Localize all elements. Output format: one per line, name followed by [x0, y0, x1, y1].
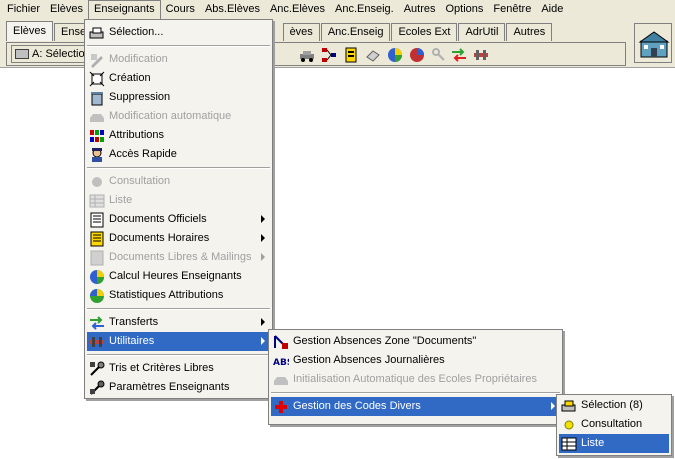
utilitaires-submenu: Gestion Absences Zone "Documents" ABS Ge…: [268, 329, 563, 425]
menu-item-consultation-codes[interactable]: Consultation: [559, 415, 669, 434]
menu-item-selection[interactable]: Sélection...: [87, 23, 270, 42]
menu-options[interactable]: Options: [441, 0, 489, 19]
key-icon[interactable]: [431, 47, 447, 63]
menu-item-gestion-absences-zone[interactable]: Gestion Absences Zone "Documents": [271, 332, 560, 351]
menu-item-documents-libres[interactable]: Documents Libres & Mailings: [87, 248, 270, 267]
transfer-arrows-icon[interactable]: [451, 47, 467, 63]
menu-item-consultation[interactable]: Consultation: [87, 172, 270, 191]
selection-icon: [89, 27, 104, 39]
yellow-dot-icon: [564, 420, 574, 430]
menu-anc-enseig[interactable]: Anc.Enseig.: [330, 0, 399, 19]
menu-cours[interactable]: Cours: [161, 0, 200, 19]
tab-ecoles-ext[interactable]: Ecoles Ext: [391, 23, 458, 41]
menu-item-parametres[interactable]: Paramètres Enseignants: [87, 378, 270, 397]
parameters-icon: [90, 380, 105, 395]
tools-icon[interactable]: [473, 47, 489, 63]
menu-fenetre[interactable]: Fenêtre: [488, 0, 536, 19]
tab-autres[interactable]: Autres: [506, 23, 553, 41]
menu-anc-eleves[interactable]: Anc.Elèves: [265, 0, 330, 19]
menu-item-acces-rapide[interactable]: Accès Rapide: [87, 145, 270, 164]
utilities-icon: [90, 337, 104, 347]
svg-text:ABS: ABS: [273, 358, 289, 368]
car-icon[interactable]: [299, 47, 315, 63]
menu-item-modification-automatique[interactable]: Modification automatique: [87, 107, 270, 126]
selection-combo[interactable]: A: Sélectio: [11, 45, 91, 63]
menu-item-calcul-heures[interactable]: Calcul Heures Enseignants: [87, 267, 270, 286]
menu-aide[interactable]: Aide: [536, 0, 568, 19]
list-icon: [89, 194, 105, 208]
menu-item-utilitaires[interactable]: Utilitaires: [87, 332, 270, 351]
submenu-arrow-icon: [261, 215, 265, 223]
menu-item-initialisation-automatique[interactable]: Initialisation Automatique des Ecoles Pr…: [271, 370, 560, 389]
submenu-arrow-icon: [261, 234, 265, 242]
sort-icon: [90, 361, 105, 376]
red-cross-icon: [275, 401, 287, 413]
menu-item-liste-codes[interactable]: Liste: [559, 434, 669, 453]
menu-abs-eleves[interactable]: Abs.Elèves: [200, 0, 265, 19]
separator: [87, 45, 270, 47]
codes-divers-submenu: Sélection (8) Consultation Liste: [556, 394, 672, 456]
transfer-arrows-icon: [90, 316, 104, 330]
menu-item-selection-8[interactable]: Sélection (8): [559, 396, 669, 415]
abs-icon: ABS: [273, 358, 289, 368]
menu-item-liste[interactable]: Liste: [87, 191, 270, 210]
menu-item-creation[interactable]: Création: [87, 69, 270, 88]
tab-anc-enseig[interactable]: Anc.Enseig: [320, 23, 391, 41]
menu-item-gestion-absences-journalieres[interactable]: ABS Gestion Absences Journalières: [271, 351, 560, 370]
separator: [87, 354, 270, 356]
menu-item-documents-horaires[interactable]: Documents Horaires: [87, 229, 270, 248]
eraser-icon[interactable]: [365, 47, 381, 63]
menu-autres[interactable]: Autres: [399, 0, 441, 19]
menu-item-statistiques[interactable]: Statistiques Attributions: [87, 286, 270, 305]
tab-eleves[interactable]: Elèves: [6, 21, 54, 41]
attributions-icon: [90, 130, 104, 142]
trash-icon: [91, 92, 103, 106]
submenu-arrow-icon: [551, 402, 555, 410]
menu-item-tris-criteres[interactable]: Tris et Critères Libres: [87, 359, 270, 378]
tab-anc-eleves[interactable]: èves: [282, 23, 320, 41]
auto-modification-icon: [90, 114, 104, 122]
printer-icon: [15, 49, 29, 59]
menu-enseignants[interactable]: Enseignants: [88, 0, 161, 19]
creation-icon: [89, 71, 105, 87]
mailings-icon: [90, 250, 104, 266]
menu-eleves[interactable]: Elèves: [45, 0, 88, 19]
menu-item-gestion-codes-divers[interactable]: Gestion des Codes Divers: [271, 397, 560, 416]
network-icon[interactable]: [321, 47, 337, 63]
schedule-documents-icon: [90, 231, 104, 247]
modification-icon: [91, 54, 103, 68]
separator: [87, 167, 270, 169]
school-building-icon: [638, 31, 670, 58]
absences-zone-icon: [274, 335, 288, 349]
selection-combo-value: A: Sélectio: [32, 48, 85, 60]
menu-item-modification[interactable]: Modification: [87, 50, 270, 69]
tab-adrutil[interactable]: AdrUtil: [458, 23, 506, 41]
separator: [271, 392, 560, 394]
statistics-icon: [90, 289, 104, 303]
schedule-icon[interactable]: [343, 47, 359, 63]
menu-item-suppression[interactable]: Suppression: [87, 88, 270, 107]
submenu-arrow-icon: [261, 337, 265, 345]
menu-bar: Fichier Elèves Enseignants Cours Abs.Elè…: [0, 0, 675, 19]
pie-chart-red-icon[interactable]: [409, 47, 425, 63]
school-building-button[interactable]: [634, 23, 672, 63]
menu-fichier[interactable]: Fichier: [2, 0, 45, 19]
pie-chart-icon[interactable]: [387, 47, 403, 63]
separator: [87, 308, 270, 310]
list-icon: [561, 437, 577, 451]
menu-item-attributions[interactable]: Attributions: [87, 126, 270, 145]
menu-item-transferts[interactable]: Transferts: [87, 313, 270, 332]
quick-access-icon: [92, 148, 102, 162]
menu-item-documents-officiels[interactable]: Documents Officiels: [87, 210, 270, 229]
submenu-arrow-icon: [261, 318, 265, 326]
selection-icon: [561, 400, 576, 412]
documents-icon: [90, 212, 104, 228]
init-icon: [274, 377, 288, 385]
pie-chart-icon: [90, 270, 104, 284]
enseignants-menu: Sélection... Modification Création Suppr…: [84, 19, 273, 399]
consultation-icon: [92, 177, 102, 187]
submenu-arrow-icon: [261, 253, 265, 261]
